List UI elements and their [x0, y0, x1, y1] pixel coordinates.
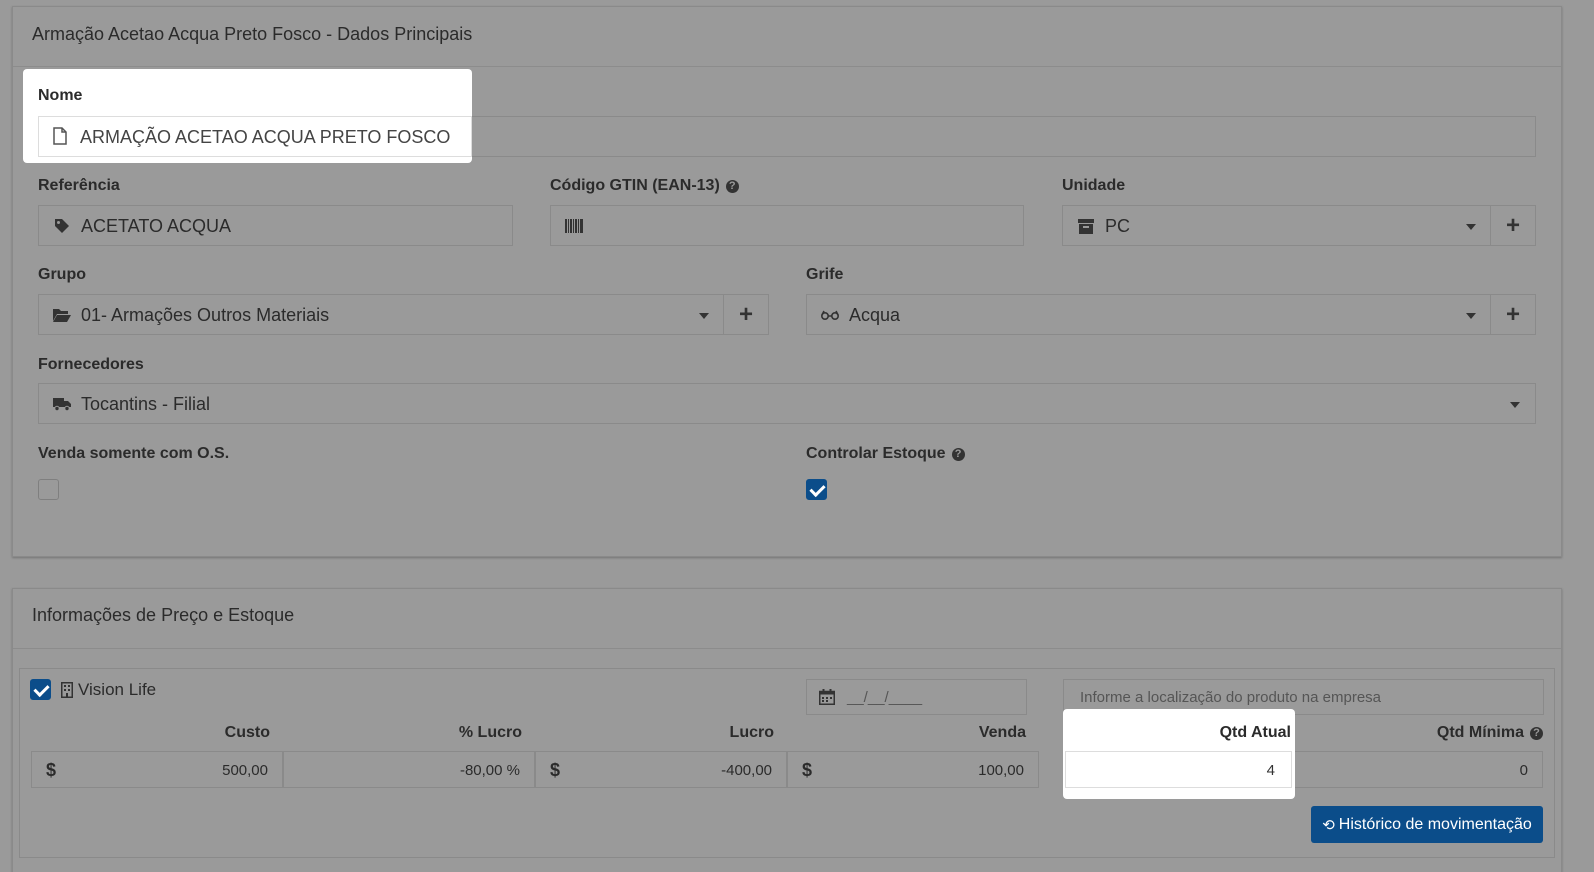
add-grife-button[interactable]: +	[1490, 294, 1536, 335]
referencia-input[interactable]: ACETATO ACQUA	[38, 205, 513, 246]
qtd-minima-value: 0	[1519, 762, 1528, 779]
referencia-value: ACETATO ACQUA	[81, 216, 232, 236]
location-placeholder: Informe a localização do produto na empr…	[1080, 689, 1382, 706]
fornecedores-value: Tocantins - Filial	[81, 394, 211, 414]
qtd-atual-value: 4	[1266, 762, 1275, 779]
add-unidade-button[interactable]: +	[1490, 205, 1536, 246]
truck-icon	[53, 395, 71, 413]
file-icon	[53, 127, 67, 145]
grupo-value: 01- Armações Outros Materiais	[81, 305, 330, 325]
help-icon[interactable]: ?	[951, 448, 965, 461]
grife-select[interactable]: Acqua	[806, 294, 1491, 335]
building-icon	[61, 682, 73, 703]
nome-input[interactable]: ARMAÇÃO ACETAO ACQUA PRETO FOSCO	[38, 116, 472, 157]
main-panel-divider	[13, 66, 1561, 67]
store-label: Vision Life	[78, 680, 157, 699]
calendar-icon	[819, 689, 835, 710]
add-grupo-button[interactable]: +	[723, 294, 769, 335]
history-button[interactable]: ⟲ Histórico de movimentação	[1311, 806, 1543, 843]
venda-value: 100,00	[978, 762, 1024, 779]
main-panel-title: Armação Acetao Acqua Preto Fosco - Dados…	[32, 24, 473, 44]
price-panel-title: Informações de Preço e Estoque	[32, 605, 295, 625]
col-qtd-minima: Qtd Mínima?	[1437, 724, 1543, 742]
tag-icon	[53, 217, 71, 235]
venda-input[interactable]: $ 100,00	[787, 751, 1039, 788]
nome-label: Nome	[38, 87, 83, 104]
date-placeholder: __/__/____	[847, 689, 923, 706]
currency-icon: $	[46, 760, 57, 780]
col-lucro: Lucro	[729, 724, 774, 741]
chevron-down-icon	[1466, 224, 1476, 230]
lucro-value: -400,00	[721, 762, 772, 779]
currency-icon: $	[550, 760, 561, 780]
lucro-input[interactable]: $ -400,00	[535, 751, 787, 788]
currency-icon: $	[802, 760, 813, 780]
pct-lucro-input[interactable]: -80,00 %	[283, 751, 535, 788]
controlar-estoque-label: Controlar Estoque?	[806, 445, 965, 463]
col-custo: Custo	[224, 724, 270, 741]
grupo-select[interactable]: 01- Armações Outros Materiais	[38, 294, 724, 335]
referencia-label: Referência	[38, 177, 120, 194]
qtd-minima-input[interactable]: 0	[1292, 751, 1543, 788]
controlar-estoque-checkbox[interactable]	[806, 479, 827, 500]
qtd-atual-input[interactable]: 4	[1065, 751, 1292, 788]
gtin-input[interactable]	[550, 205, 1024, 246]
history-button-label: Histórico de movimentação	[1338, 815, 1532, 833]
custo-input[interactable]: $ 500,00	[31, 751, 283, 788]
date-input[interactable]: __/__/____	[806, 679, 1027, 715]
fornecedores-select[interactable]: Tocantins - Filial	[38, 383, 1536, 424]
venda-os-label: Venda somente com O.S.	[38, 445, 230, 462]
nome-value: ARMAÇÃO ACETAO ACQUA PRETO FOSCO	[80, 127, 451, 147]
fornecedores-label: Fornecedores	[38, 356, 144, 373]
chevron-down-icon	[1466, 313, 1476, 319]
venda-os-checkbox[interactable]	[38, 479, 59, 500]
nome-highlight: Nome ARMAÇÃO ACETAO ACQUA PRETO FOSCO	[23, 69, 472, 163]
col-pct-lucro: % Lucro	[458, 724, 522, 741]
grife-value: Acqua	[849, 305, 901, 325]
grupo-label: Grupo	[38, 266, 86, 283]
history-icon: ⟲	[1322, 816, 1335, 834]
col-venda: Venda	[978, 724, 1026, 741]
gtin-label: Código GTIN (EAN-13)?	[550, 177, 739, 195]
chevron-down-icon	[1510, 402, 1520, 408]
grife-label: Grife	[806, 266, 844, 283]
folder-open-icon	[53, 306, 71, 324]
qtd-atual-highlight: Qtd Atual 4	[1063, 709, 1295, 799]
pct-lucro-value: -80,00 %	[459, 762, 520, 779]
archive-icon	[1077, 217, 1095, 235]
unidade-value: PC	[1105, 216, 1131, 236]
price-panel-divider	[13, 648, 1561, 649]
store-checkbox[interactable]	[30, 679, 51, 700]
unidade-label: Unidade	[1062, 177, 1126, 194]
col-qtd-atual: Qtd Atual	[1219, 724, 1291, 741]
unidade-select[interactable]: PC	[1062, 205, 1491, 246]
help-icon[interactable]: ?	[1530, 727, 1543, 740]
chevron-down-icon	[699, 313, 709, 319]
help-icon[interactable]: ?	[725, 180, 739, 193]
glasses-icon	[821, 306, 839, 324]
custo-value: 500,00	[222, 762, 268, 779]
barcode-icon	[565, 217, 583, 235]
